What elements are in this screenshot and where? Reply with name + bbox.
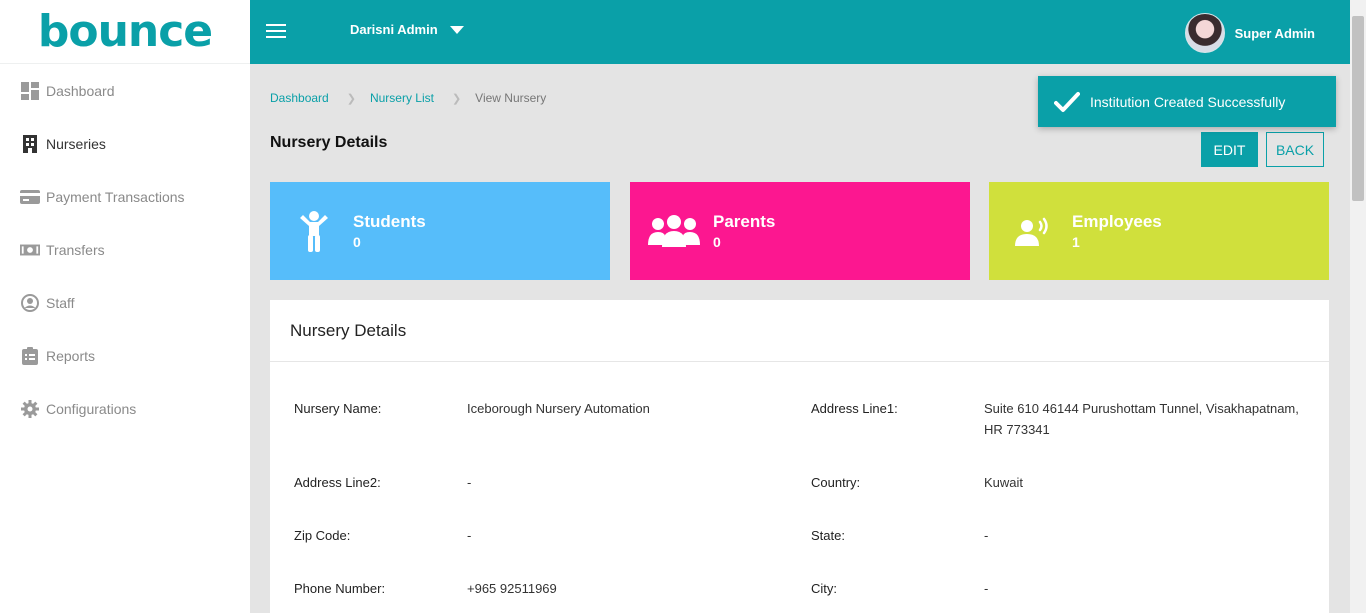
breadcrumb-dashboard-link[interactable]: Dashboard: [270, 91, 329, 105]
admin-selector-label: Darisni Admin: [350, 22, 438, 37]
zip-code-label: Zip Code:: [294, 528, 351, 543]
country-label: Country:: [811, 475, 861, 490]
clipboard-icon: [20, 346, 40, 366]
users-icon: [648, 209, 700, 253]
checkmark-icon: [1054, 91, 1080, 113]
page-title: Nursery Details: [270, 134, 388, 151]
admin-selector-dropdown[interactable]: Darisni Admin: [350, 22, 464, 37]
sidebar-nav: Dashboard Nurseries Payment Transactions…: [0, 64, 250, 435]
phone-number-value: +965 92511969: [467, 581, 557, 596]
sidebar-item-label: Transfers: [46, 241, 105, 258]
toast-message: Institution Created Successfully: [1090, 93, 1286, 110]
city-value: -: [984, 581, 989, 596]
chevron-right-icon: ❯: [346, 92, 356, 105]
phone-number-label: Phone Number:: [294, 581, 386, 596]
sidebar-item-label: Staff: [46, 294, 75, 311]
sidebar-item-staff[interactable]: Staff: [0, 276, 250, 329]
card-header: Nursery Details: [270, 300, 1329, 362]
building-icon: [20, 134, 40, 154]
breadcrumb: Dashboard ❯ Nursery List ❯ View Nursery: [270, 91, 546, 105]
country-value: Kuwait: [984, 475, 1024, 490]
breadcrumb-nursery-list-link[interactable]: Nursery List: [370, 91, 434, 105]
scrollbar-thumb[interactable]: [1352, 16, 1364, 201]
sidebar: bounce Dashboard Nurseries Payment Trans…: [0, 0, 250, 613]
caret-down-icon: [449, 25, 464, 34]
sidebar-item-nurseries[interactable]: Nurseries: [0, 117, 250, 170]
sidebar-item-payment-transactions[interactable]: Payment Transactions: [0, 170, 250, 223]
gear-icon: [20, 399, 40, 419]
zip-code-value: -: [467, 528, 472, 543]
address-line2-value: -: [467, 475, 472, 490]
address-line2-label: Address Line2:: [294, 475, 381, 490]
credit-card-icon: [20, 187, 40, 207]
card-title: Nursery Details: [290, 320, 407, 340]
students-label: Students: [353, 212, 426, 231]
user-name: Super Admin: [1234, 25, 1315, 41]
speaking-user-icon: [1007, 209, 1059, 253]
parents-stat-card[interactable]: Parents 0: [630, 182, 970, 280]
sidebar-item-label: Nurseries: [46, 135, 106, 152]
address-line1-value: Suite 610 46144 Purushottam Tunnel, Visa…: [984, 401, 1299, 437]
sidebar-item-configurations[interactable]: Configurations: [0, 382, 250, 435]
success-toast[interactable]: Institution Created Successfully: [1038, 76, 1336, 127]
back-button[interactable]: BACK: [1266, 132, 1324, 167]
sidebar-item-label: Configurations: [46, 400, 137, 417]
sidebar-item-label: Payment Transactions: [46, 188, 185, 205]
sidebar-item-transfers[interactable]: Transfers: [0, 223, 250, 276]
nursery-name-value: Iceborough Nursery Automation: [467, 401, 650, 416]
menu-toggle-icon[interactable]: [266, 24, 286, 40]
sidebar-item-reports[interactable]: Reports: [0, 329, 250, 382]
edit-button[interactable]: EDIT: [1201, 132, 1258, 167]
state-value: -: [984, 528, 989, 543]
user-circle-icon: [20, 293, 40, 313]
chevron-right-icon: ❯: [451, 92, 462, 105]
logo[interactable]: bounce: [0, 0, 250, 64]
employees-count: 1: [1072, 234, 1080, 250]
students-count: 0: [353, 234, 361, 250]
address-line1-label: Address Line1:: [811, 401, 898, 416]
top-header: Darisni Admin Super Admin: [250, 0, 1350, 64]
avatar: [1184, 13, 1225, 53]
employees-stat-card[interactable]: Employees 1: [989, 182, 1329, 280]
parents-count: 0: [713, 234, 721, 250]
page-scrollbar[interactable]: [1350, 0, 1366, 613]
state-label: State:: [811, 528, 845, 543]
user-menu[interactable]: Super Admin: [1184, 13, 1315, 53]
child-icon: [288, 209, 340, 253]
money-bill-icon: [20, 240, 40, 260]
nursery-details-card: Nursery Details Nursery Name: Iceborough…: [270, 300, 1329, 613]
logo-text: bounce: [37, 6, 213, 57]
students-stat-card[interactable]: Students 0: [270, 182, 610, 280]
dashboard-icon: [20, 81, 40, 101]
breadcrumb-current: View Nursery: [475, 91, 547, 105]
sidebar-item-label: Dashboard: [46, 82, 115, 99]
sidebar-item-label: Reports: [46, 347, 96, 364]
parents-label: Parents: [713, 212, 776, 231]
city-label: City:: [811, 581, 837, 596]
nursery-name-label: Nursery Name:: [294, 401, 382, 416]
sidebar-item-dashboard[interactable]: Dashboard: [0, 64, 250, 117]
employees-label: Employees: [1072, 212, 1162, 231]
